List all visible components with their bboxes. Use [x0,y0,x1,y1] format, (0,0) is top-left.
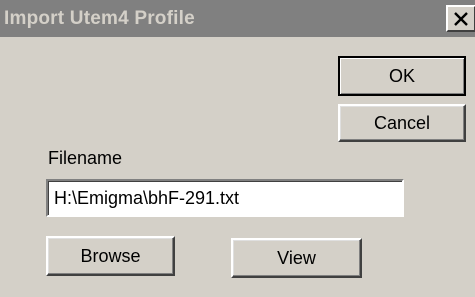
filename-label: Filename [48,148,123,168]
view-button[interactable]: View [231,238,362,278]
close-icon [454,11,468,26]
window-title: Import Utem4 Profile [4,8,195,29]
ok-button[interactable]: OK [338,56,466,96]
filename-input[interactable] [46,179,404,217]
title-bar: Import Utem4 Profile [0,0,475,37]
browse-button[interactable]: Browse [46,236,175,276]
import-utem4-profile-dialog: Import Utem4 Profile OK Cancel Filename … [0,0,475,297]
close-button[interactable] [446,5,475,32]
cancel-button[interactable]: Cancel [338,104,466,142]
